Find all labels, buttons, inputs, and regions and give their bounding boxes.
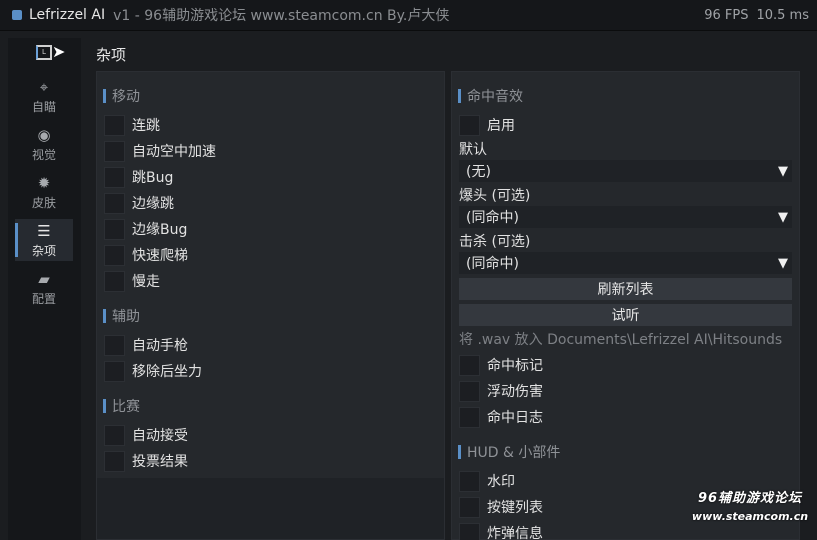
crosshair-icon: ⌖ xyxy=(39,77,49,96)
checkbox-hitsound-enable[interactable]: 启用 xyxy=(459,114,515,136)
checkbox-box[interactable] xyxy=(104,424,125,446)
checkbox-box[interactable] xyxy=(459,406,480,428)
scrollbar[interactable] xyxy=(807,31,817,540)
checkbox-no-recoil[interactable]: 移除后坐力 xyxy=(104,360,202,382)
refresh-list-button[interactable]: 刷新列表 xyxy=(459,278,792,300)
sidebar-item-config[interactable]: ▰ 配置 xyxy=(15,267,73,309)
app-name: Lefrizzel AI xyxy=(29,7,106,23)
app-icon xyxy=(12,10,22,20)
checkbox-vote-results[interactable]: 投票结果 xyxy=(104,450,188,472)
sidebar-item-visuals[interactable]: ◉ 视觉 xyxy=(15,123,73,165)
sidebar-item-label: 配置 xyxy=(31,291,56,306)
palette-icon: ✹ xyxy=(37,173,51,192)
checkbox-box[interactable] xyxy=(104,334,125,356)
headshot-sound-select[interactable]: (同命中) ▼ xyxy=(459,206,792,228)
frame-time-readout: 10.5 ms xyxy=(756,7,809,23)
checkbox-box[interactable] xyxy=(104,140,125,162)
select-value: (同命中) xyxy=(466,210,519,226)
sidebar-item-label: 皮肤 xyxy=(31,195,56,210)
sidebar: L ➤ ⌖ 自瞄 ◉ 视觉 ✹ 皮肤 ☰ 杂项 ▰ 配置 xyxy=(8,38,81,540)
hitsound-folder-hint: 将 .wav 放入 Documents\Lefrizzel AI\Hitsoun… xyxy=(459,332,783,348)
folder-icon: ▰ xyxy=(38,269,50,288)
checkbox-jump-bug[interactable]: 跳Bug xyxy=(104,166,173,188)
checkbox-box[interactable] xyxy=(104,218,125,240)
triangle-down-icon: ▼ xyxy=(778,163,788,179)
triangle-down-icon: ▼ xyxy=(778,209,788,225)
sidebar-item-label: 自瞄 xyxy=(31,99,56,114)
section-header-assist: 辅助 xyxy=(103,306,140,326)
checkbox-box[interactable] xyxy=(459,470,480,492)
section-header-hud: HUD & 小部件 xyxy=(458,442,560,462)
right-panel: 命中音效 启用 默认 (无) ▼ 爆头 (可选) (同命中) ▼ 击杀 (可选)… xyxy=(451,71,800,540)
checkbox-box[interactable] xyxy=(459,522,480,540)
sidebar-item-label: 视觉 xyxy=(31,147,56,162)
kill-sound-select[interactable]: (同命中) ▼ xyxy=(459,252,792,274)
sidebar-item-label: 杂项 xyxy=(31,243,56,258)
checkbox-box[interactable] xyxy=(104,450,125,472)
kill-sound-label: 击杀 (可选) xyxy=(459,234,531,250)
checkbox-auto-accept[interactable]: 自动接受 xyxy=(104,424,188,446)
checkbox-box[interactable] xyxy=(459,354,480,376)
checkbox-auto-pistol[interactable]: 自动手枪 xyxy=(104,334,188,356)
checkbox-box[interactable] xyxy=(459,380,480,402)
section-header-hitsound: 命中音效 xyxy=(458,86,523,106)
checkbox-box[interactable] xyxy=(104,360,125,382)
checkbox-box[interactable] xyxy=(104,270,125,292)
checkbox-hit-log[interactable]: 命中日志 xyxy=(459,406,543,428)
sidebar-item-misc[interactable]: ☰ 杂项 xyxy=(15,219,73,261)
section-header-match: 比赛 xyxy=(103,396,140,416)
checkbox-box[interactable] xyxy=(104,166,125,188)
triangle-down-icon: ▼ xyxy=(778,255,788,271)
default-sound-select[interactable]: (无) ▼ xyxy=(459,160,792,182)
checkbox-slow-walk[interactable]: 慢走 xyxy=(104,270,160,292)
checkbox-bomb-info[interactable]: 炸弹信息 xyxy=(459,522,543,540)
title-bar: Lefrizzel AI v1 - 96辅助游戏论坛 www.steamcom.… xyxy=(0,0,817,31)
headshot-sound-label: 爆头 (可选) xyxy=(459,188,531,204)
preview-sound-button[interactable]: 试听 xyxy=(459,304,792,326)
select-value: (同命中) xyxy=(466,256,519,272)
checkbox-box[interactable] xyxy=(459,496,480,518)
page-title: 杂项 xyxy=(96,46,127,64)
checkbox-fast-ladder[interactable]: 快速爬梯 xyxy=(104,244,188,266)
checkbox-edge-jump[interactable]: 边缘跳 xyxy=(104,192,174,214)
checkbox-auto-strafe[interactable]: 自动空中加速 xyxy=(104,140,216,162)
checkbox-box[interactable] xyxy=(104,244,125,266)
checkbox-box[interactable] xyxy=(104,114,125,136)
window-subtitle: v1 - 96辅助游戏论坛 www.steamcom.cn By.卢大侠 xyxy=(113,8,450,24)
checkbox-bunny-hop[interactable]: 连跳 xyxy=(104,114,160,136)
fps-readout: 96 FPS xyxy=(704,7,749,23)
sidebar-item-skins[interactable]: ✹ 皮肤 xyxy=(15,171,73,213)
default-sound-label: 默认 xyxy=(459,142,487,158)
checkbox-box[interactable] xyxy=(104,192,125,214)
checkbox-keybind-list[interactable]: 按键列表 xyxy=(459,496,543,518)
left-panel: 移动 连跳 自动空中加速 跳Bug 边缘跳 边缘Bug 快速爬梯 慢走 辅助 自… xyxy=(96,71,445,540)
select-value: (无) xyxy=(466,164,491,180)
checkbox-hit-marker[interactable]: 命中标记 xyxy=(459,354,543,376)
section-header-movement: 移动 xyxy=(103,86,140,106)
sliders-icon: ☰ xyxy=(37,221,51,240)
mouse-cursor-icon: ➤ xyxy=(52,42,66,61)
checkbox-edge-bug[interactable]: 边缘Bug xyxy=(104,218,187,240)
sidebar-item-aimbot[interactable]: ⌖ 自瞄 xyxy=(15,75,73,117)
eye-icon: ◉ xyxy=(37,125,51,144)
checkbox-watermark[interactable]: 水印 xyxy=(459,470,515,492)
checkbox-damage-indicator[interactable]: 浮动伤害 xyxy=(459,380,543,402)
logo: L xyxy=(36,45,52,60)
checkbox-box[interactable] xyxy=(459,114,480,136)
